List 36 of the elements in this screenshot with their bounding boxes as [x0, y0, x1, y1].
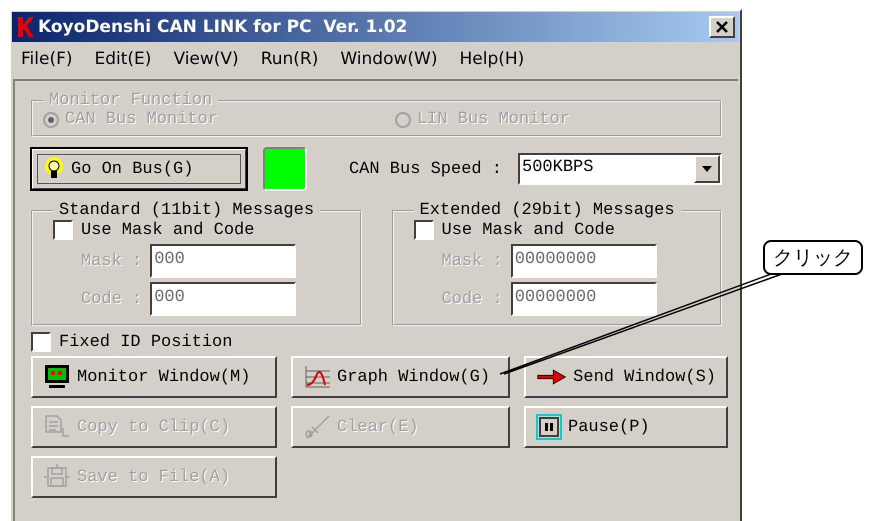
checkbox-label: Use Mask and Code [81, 220, 254, 240]
menu-item[interactable]: File(F) [21, 49, 72, 69]
action-button[interactable]: Pause(P) [524, 406, 728, 448]
lightbulb-icon [43, 157, 65, 181]
broom-icon [303, 414, 331, 440]
floppy-icon [43, 464, 71, 490]
action-button[interactable]: Monitor Window(M) [31, 356, 277, 398]
dropdown-button[interactable] [694, 155, 720, 183]
pause-icon [536, 414, 562, 440]
checkbox[interactable] [31, 332, 51, 352]
checkbox[interactable] [414, 220, 434, 240]
checkbox[interactable] [53, 220, 73, 240]
menu-item[interactable]: Window(W) [340, 49, 438, 69]
go-on-bus-button[interactable]: Go On Bus(G) [31, 148, 247, 190]
checkbox-label: Use Mask and Code [442, 220, 615, 240]
group-title: Standard (11bit) Messages [58, 201, 316, 220]
arrow-icon [536, 367, 568, 387]
bus-speed-dropdown[interactable]: 500KBPS [518, 153, 722, 185]
caret-icon [702, 166, 712, 172]
app-logo-icon [16, 15, 34, 39]
menu-item[interactable]: Edit(E) [94, 49, 152, 69]
close-button[interactable] [709, 16, 735, 38]
action-button[interactable]: Send Window(S) [524, 356, 728, 398]
monitor-icon [43, 364, 71, 390]
close-icon [716, 21, 728, 33]
group-title: Extended (29bit) Messages [418, 201, 676, 220]
graph-icon [303, 364, 331, 390]
menu-item[interactable]: Help(H) [459, 49, 524, 69]
copy-icon [43, 414, 71, 440]
callout: クリック [763, 240, 863, 275]
bus-speed-label: CAN Bus Speed : [348, 160, 502, 178]
window-title: KoyoDenshi CAN LINK for PC Ver. 1.02 [38, 17, 408, 37]
action-button[interactable]: Graph Window(G) [291, 356, 510, 398]
checkbox-label: Fixed ID Position [59, 332, 232, 352]
menu-item[interactable]: Run(R) [260, 49, 318, 69]
menu-item[interactable]: View(V) [173, 49, 239, 69]
